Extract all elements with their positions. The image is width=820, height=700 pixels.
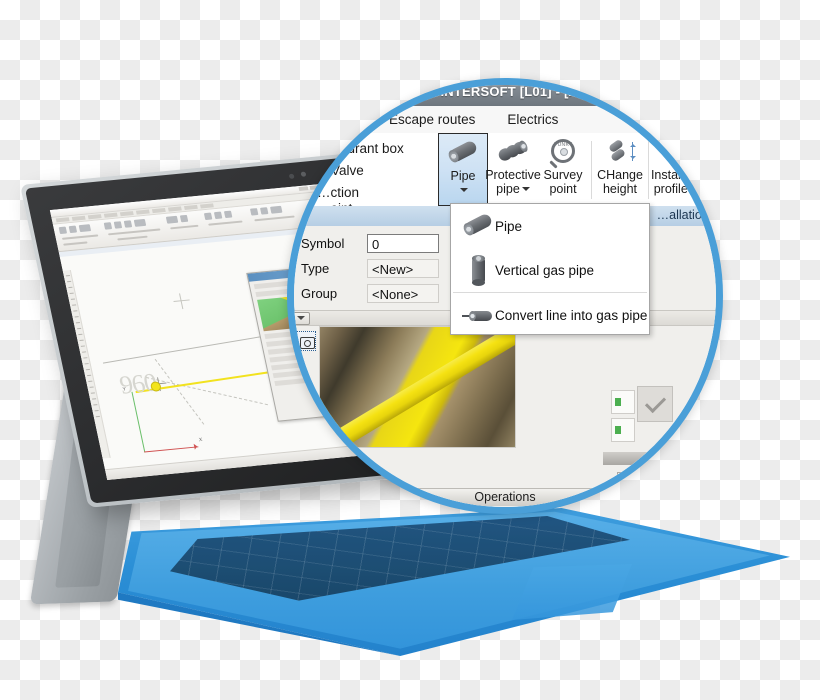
- survey-point-button[interactable]: PUNKT Survey point: [538, 133, 588, 206]
- convert-line-icon: [461, 300, 495, 330]
- photo-capture-tool-button[interactable]: [296, 331, 316, 351]
- ribbon-content: Hydrant box Valve …ction …oint: [294, 133, 716, 216]
- field-row-group: Group <None>: [301, 284, 439, 303]
- change-height-button[interactable]: CHange height: [595, 133, 645, 206]
- field-label-type: Type: [301, 261, 330, 276]
- menu-item-convert-line-label: Convert line into gas pipe: [495, 307, 648, 323]
- field-value-symbol[interactable]: 0: [367, 234, 439, 253]
- tab-electrics[interactable]: Electrics: [491, 112, 574, 127]
- menu-item-vertical-gas-pipe[interactable]: Vertical gas pipe: [451, 248, 649, 292]
- command-hydrant-box-label: Hydrant box: [331, 140, 404, 156]
- vertical-gas-pipe-icon: [461, 255, 495, 286]
- field-row-type: Type <New>: [301, 259, 439, 278]
- tab-escape-routes[interactable]: Escape routes: [373, 112, 491, 127]
- command-valve-label: Valve: [331, 162, 364, 178]
- survey-point-label-1: Survey: [543, 168, 583, 182]
- pipe-dropdown-caret-icon[interactable]: [460, 188, 468, 193]
- installation-profile-icon: [660, 137, 694, 167]
- command-hydrant-box[interactable]: Hydrant box: [309, 137, 459, 159]
- status-cell-1[interactable]: [611, 390, 635, 414]
- protective-pipe-button[interactable]: Protective pipe: [485, 133, 541, 206]
- change-height-icon: [603, 137, 637, 167]
- ribbon-large-buttons: Pipe Protective pipe PUNKT Survey point …: [438, 133, 704, 206]
- cad-x-axis: [144, 446, 199, 453]
- scene-root: 960 Y X …A - INTERSOFT [L01] - [Arc… Cei…: [0, 0, 820, 700]
- field-label-symbol: Symbol: [301, 236, 345, 251]
- status-cell-2[interactable]: [611, 418, 635, 442]
- cad-x-axis-label: X: [198, 437, 203, 444]
- pipe-trench-photo: [319, 326, 516, 448]
- protective-pipe-dropdown-caret-icon[interactable]: [521, 187, 530, 192]
- panel-divider-bar: [603, 452, 715, 465]
- valve-icon: [309, 163, 324, 178]
- operations-bar: Operations: [294, 488, 716, 506]
- menu-item-pipe-label: Pipe: [495, 218, 523, 234]
- cad-construction-line: [102, 334, 271, 364]
- hydrant-box-icon: [309, 140, 324, 156]
- apply-check-button[interactable]: [637, 386, 673, 422]
- tablet-keyboard-cover: [118, 508, 790, 656]
- installation-profile-label-1: Installa…: [650, 168, 704, 182]
- magnifier-content: …A - INTERSOFT [L01] - [Arc… Ceilings Es…: [294, 85, 716, 507]
- menu-item-convert-line[interactable]: Convert line into gas pipe: [451, 293, 649, 337]
- survey-point-icon: PUNKT: [546, 137, 580, 169]
- cad-y-axis: [131, 391, 146, 453]
- survey-point-label-2: point: [549, 181, 577, 196]
- chevron-down-icon[interactable]: [294, 312, 310, 325]
- protective-pipe-label-1: Protective: [485, 168, 541, 182]
- change-height-label-1: CHange: [597, 168, 643, 182]
- installation-profile-button[interactable]: Installa… profile…: [650, 133, 704, 206]
- menu-item-vertical-gas-pipe-label: Vertical gas pipe: [495, 262, 595, 278]
- field-row-symbol: Symbol 0: [301, 234, 439, 253]
- application-title-bar: …A - INTERSOFT [L01] - [Arc…: [294, 85, 716, 106]
- installation-profile-label-2: profile…: [653, 181, 701, 196]
- pipe-icon: [446, 138, 480, 168]
- pipe-icon: [461, 211, 495, 241]
- ribbon-tab-strip: Ceilings Escape routes Electrics: [294, 106, 716, 134]
- field-label-group: Group: [301, 286, 338, 301]
- command-valve[interactable]: Valve: [309, 159, 459, 181]
- field-value-type[interactable]: <New>: [367, 259, 439, 278]
- ribbon-group-label: …allations: [656, 208, 715, 222]
- protective-pipe-label-2: pipe: [496, 181, 520, 196]
- cad-dashed-line-2: [154, 358, 205, 425]
- magnifier-lens: …A - INTERSOFT [L01] - [Arc… Ceilings Es…: [287, 78, 723, 514]
- pipe-dropdown-menu: Pipe Vertical gas pipe Convert line into…: [450, 203, 650, 335]
- ribbon-small-commands: Hydrant box Valve …ction …oint: [309, 137, 459, 216]
- change-height-label-2: height: [602, 181, 638, 196]
- pipe-button[interactable]: Pipe: [438, 133, 488, 206]
- protective-pipe-icon: [496, 137, 530, 167]
- menu-item-pipe[interactable]: Pipe: [451, 204, 649, 248]
- cad-crosshair-cursor: [172, 293, 191, 310]
- pipe-button-label: Pipe: [450, 169, 476, 183]
- ribbon-separator: [591, 140, 592, 199]
- ribbon-separator-2: [648, 140, 649, 199]
- tab-ceilings[interactable]: Ceilings: [294, 112, 373, 127]
- field-value-group[interactable]: <None>: [367, 284, 439, 303]
